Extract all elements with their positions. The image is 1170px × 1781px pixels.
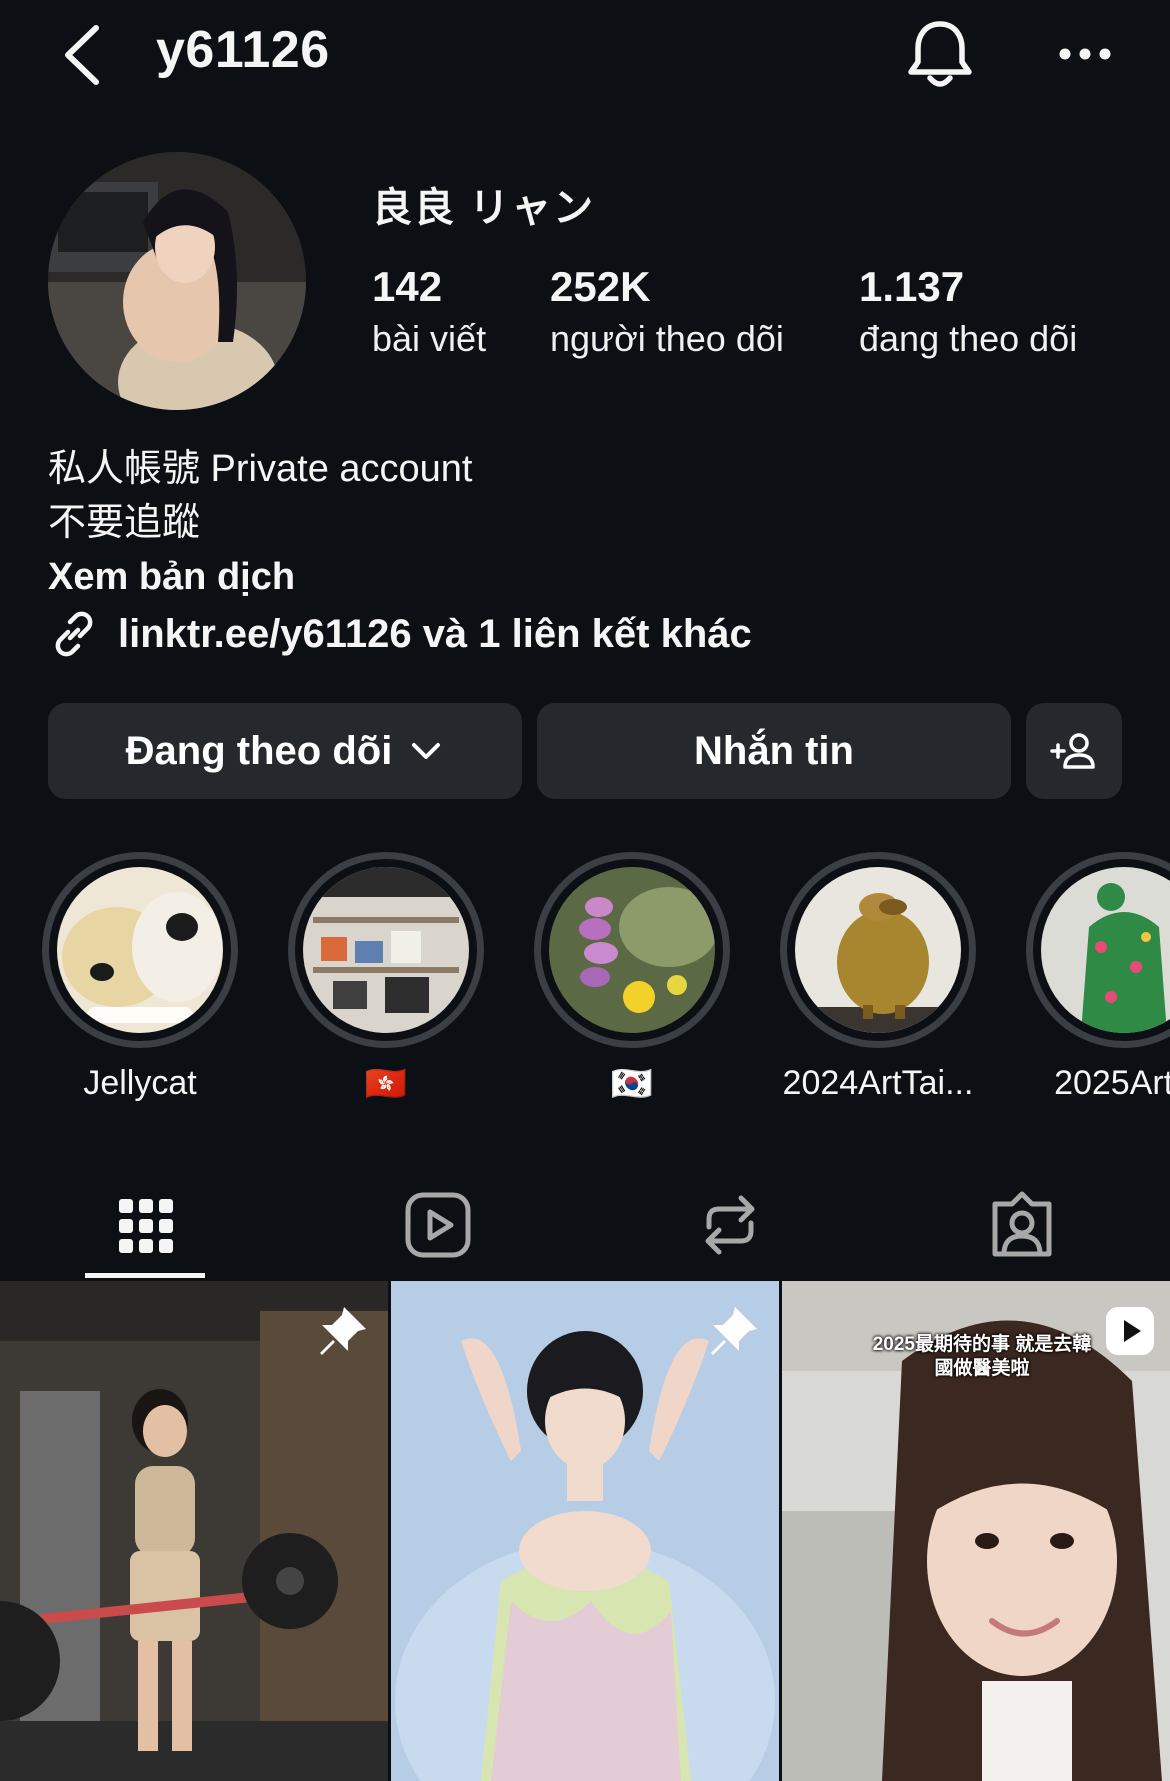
link-icon [55, 611, 93, 657]
back-button[interactable] [58, 22, 108, 88]
highlight-label: Jellycat [83, 1064, 197, 1102]
add-user-icon [1050, 733, 1095, 769]
bell-icon [908, 21, 972, 87]
message-button-label: Nhắn tin [694, 728, 854, 773]
chevron-down-icon [412, 743, 441, 759]
stat-followers-value: 252K [550, 263, 651, 310]
highlight-ring[interactable] [534, 852, 730, 1048]
highlight-2025arttaipei[interactable]: 2025ArtT [1026, 852, 1170, 1103]
notifications-button[interactable] [905, 18, 975, 92]
following-button[interactable]: Đang theo dõi [48, 703, 522, 799]
link-text: linktr.ee/y61126 và 1 liên kết khác [118, 611, 752, 656]
reels-icon [405, 1192, 471, 1258]
post-thumbnail[interactable] [391, 1281, 779, 1781]
suggested-users-button[interactable] [1026, 703, 1122, 799]
highlight-jellycat[interactable]: Jellycat [42, 852, 238, 1103]
stat-following-value: 1.137 [859, 263, 965, 310]
stat-following[interactable]: 1.137 đang theo dõi [859, 262, 1077, 364]
following-button-label: Đang theo dõi [125, 728, 393, 773]
tab-reposts[interactable] [584, 1170, 876, 1280]
reel-icon [1106, 1307, 1154, 1355]
highlight-label: 2024ArtTai... [782, 1064, 974, 1102]
avatar[interactable] [48, 152, 306, 410]
highlight-cover [303, 867, 469, 1033]
tagged-icon [992, 1191, 1052, 1257]
highlight-label: 🇰🇷 [610, 1065, 654, 1103]
bio-line: 私人帳號 Private account [48, 448, 473, 490]
stat-posts[interactable]: 142 bài viết [372, 262, 486, 364]
chevron-left-icon [65, 25, 99, 85]
highlight-cover [57, 867, 223, 1033]
post-thumbnail[interactable] [0, 1281, 388, 1781]
highlight-ring[interactable] [1026, 852, 1170, 1048]
avatar-image [48, 152, 306, 410]
post-caption-line: 2025最期待的事 就是去韓 [872, 1334, 1092, 1355]
highlight-cover [795, 867, 961, 1033]
highlight-label: 🇭🇰 [364, 1065, 408, 1103]
stat-followers-label: người theo dõi [550, 318, 784, 359]
top-bar: y61126 [0, 0, 1170, 110]
highlight-label: 2025ArtT [1054, 1064, 1170, 1102]
highlight-cover [549, 867, 715, 1033]
tab-reels[interactable] [292, 1170, 584, 1280]
posts-grid: 2025最期待的事 就是去韓 國做醫美啦 [0, 1281, 1170, 1781]
stat-following-label: đang theo dõi [859, 318, 1078, 359]
highlight-ring[interactable] [780, 852, 976, 1048]
more-options-button[interactable] [1055, 34, 1115, 74]
highlight-ring[interactable] [288, 852, 484, 1048]
pin-icon [320, 1307, 366, 1355]
repost-icon [705, 1195, 755, 1255]
highlight-korea[interactable]: 🇰🇷 [534, 852, 730, 1104]
tab-tagged[interactable] [876, 1170, 1168, 1280]
page-title-username: y61126 [156, 21, 330, 79]
bio-line: 不要追蹤 [48, 502, 201, 544]
pin-icon [711, 1307, 757, 1355]
profile-tabs [0, 1170, 1170, 1280]
ellipsis-icon [1059, 48, 1111, 60]
active-tab-indicator [85, 1273, 205, 1278]
message-button[interactable]: Nhắn tin [537, 703, 1011, 799]
profile-page: y61126 良良 リャン 142 bài viết 252K người th… [0, 0, 1170, 1781]
stat-followers[interactable]: 252K người theo dõi [550, 262, 784, 364]
see-translation-link[interactable]: Xem bản dịch [48, 550, 472, 604]
stat-posts-value: 142 [372, 263, 443, 310]
highlight-ring[interactable] [42, 852, 238, 1048]
highlight-2024arttaipei[interactable]: 2024ArtTai... [780, 852, 976, 1103]
highlight-cover [1041, 867, 1170, 1033]
bio: 私人帳號 Private account 不要追蹤 Xem bản dịch [48, 442, 472, 604]
bio-link[interactable]: linktr.ee/y61126 và 1 liên kết khác [48, 608, 752, 660]
post-caption-line: 國做醫美啦 [934, 1358, 1030, 1379]
post-caption: 2025最期待的事 就是去韓 國做醫美啦 [862, 1333, 1102, 1381]
display-name: 良良 リャン [372, 186, 596, 230]
highlight-hongkong[interactable]: 🇭🇰 [288, 852, 484, 1104]
stat-posts-label: bài viết [372, 318, 487, 359]
tab-posts-grid[interactable] [0, 1170, 292, 1280]
post-thumbnail[interactable]: 2025最期待的事 就是去韓 國做醫美啦 [782, 1281, 1170, 1781]
grid-icon [119, 1199, 173, 1253]
